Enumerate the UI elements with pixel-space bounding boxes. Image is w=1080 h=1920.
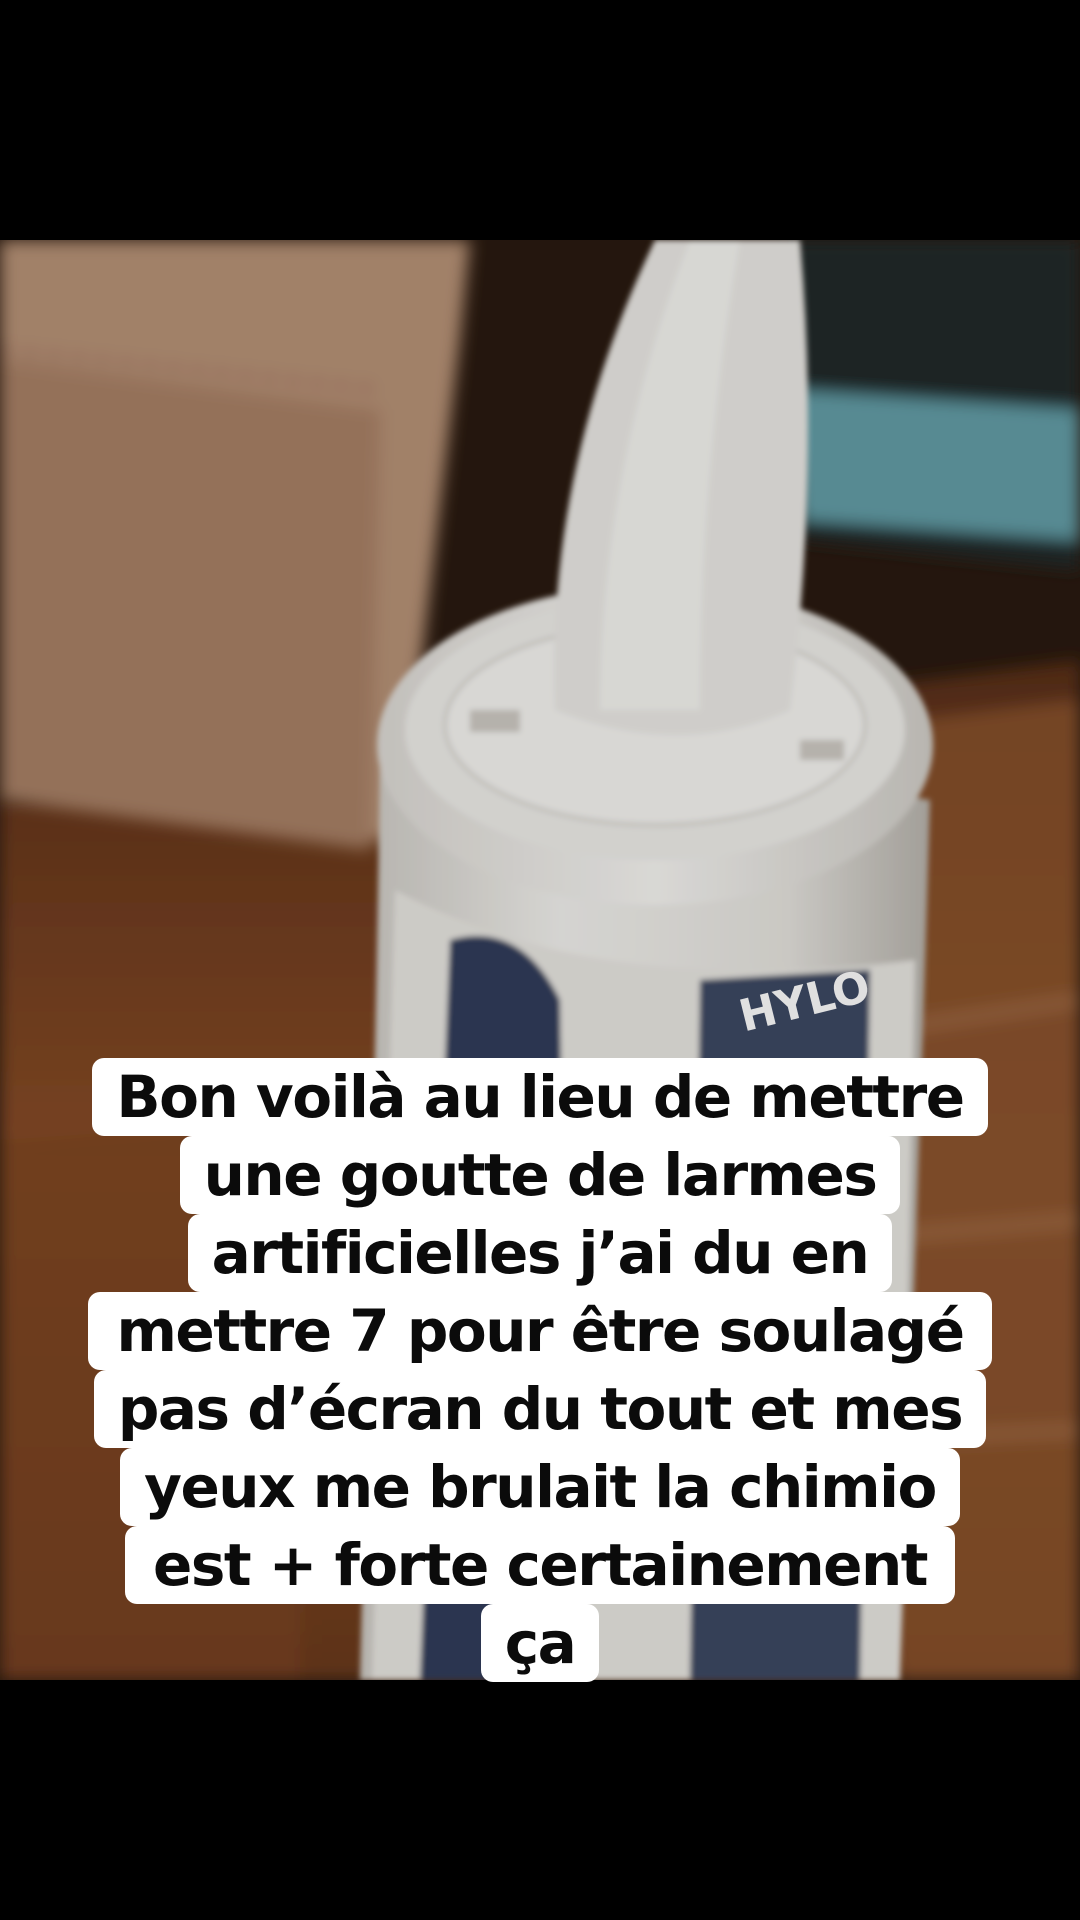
caption-line: une goutte de larmes [179, 1136, 901, 1214]
caption-line: artificielles j’ai du en [187, 1214, 893, 1292]
caption-line: Bon voilà au lieu de mettre [92, 1058, 988, 1136]
caption-line: ça [480, 1604, 600, 1682]
caption-line: mettre 7 pour être soulagé [88, 1292, 992, 1370]
caption-overlay: Bon voilà au lieu de mettre une goutte d… [0, 1058, 1080, 1682]
caption-line: yeux me brulait la chimio [120, 1448, 960, 1526]
caption-line: pas d’écran du tout et mes [93, 1370, 987, 1448]
caption-line: est + forte certainement [125, 1526, 955, 1604]
